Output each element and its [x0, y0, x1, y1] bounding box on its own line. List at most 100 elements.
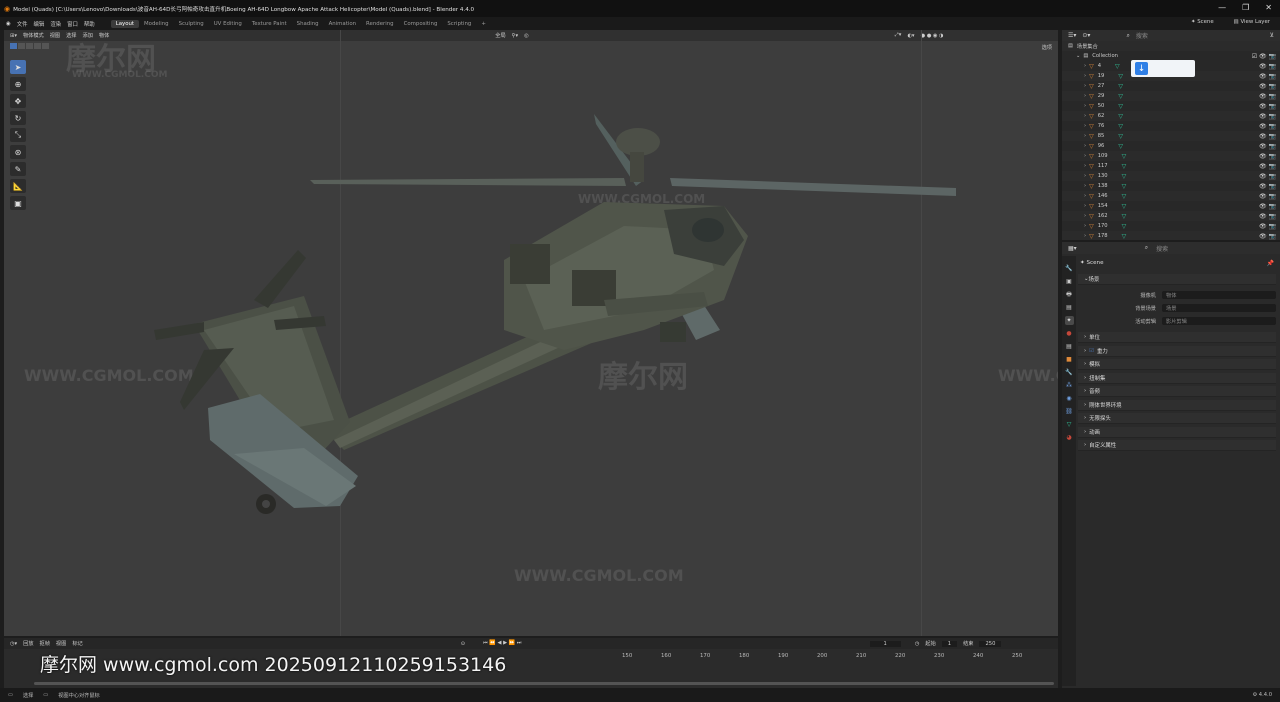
visibility-icon[interactable]: ☑ 👁 📷	[1252, 53, 1276, 60]
visibility-icon[interactable]: 👁 📷	[1259, 193, 1276, 200]
properties-section[interactable]: › 音频	[1078, 386, 1276, 397]
timeline-scrollbar[interactable]	[34, 682, 1054, 685]
blender-menu-icon[interactable]: ◉	[6, 21, 11, 27]
visibility-icon[interactable]: 👁 📷	[1259, 233, 1276, 240]
tab-texture-paint[interactable]: Texture Paint	[247, 20, 292, 28]
view-layer-selector[interactable]: ▤ View Layer	[1234, 19, 1270, 25]
end-frame-field[interactable]: 250	[979, 640, 1002, 647]
active-clip-field[interactable]: 活动剪辑 影片剪辑	[1082, 316, 1276, 326]
visibility-icon[interactable]: 👁 📷	[1259, 73, 1276, 80]
outliner-item[interactable]: › ▽ 96 ▽ 👁 📷	[1062, 141, 1280, 151]
expand-icon[interactable]: ›	[1084, 63, 1086, 69]
outliner-item[interactable]: › ▽ 138 ▽ 👁 📷	[1062, 181, 1280, 191]
outliner-funnel-icon[interactable]: ⊻	[1270, 32, 1274, 39]
outliner-item[interactable]: › ▽ 154 ▽ 👁 📷	[1062, 201, 1280, 211]
outliner-item[interactable]: › ▽ 162 ▽ 👁 📷	[1062, 211, 1280, 221]
world-tab-icon[interactable]: ●	[1065, 329, 1074, 338]
tab-scripting[interactable]: Scripting	[442, 20, 476, 28]
visibility-icon[interactable]: 👁 📷	[1259, 213, 1276, 220]
outliner-scene-collection[interactable]: ▤ 场景集合	[1062, 41, 1280, 51]
outliner-item[interactable]: › ▽ 178 ▽ 👁 📷	[1062, 231, 1280, 240]
scene-tab-icon[interactable]: ✦	[1064, 316, 1074, 325]
visibility-icon[interactable]: 👁 📷	[1259, 123, 1276, 130]
properties-section[interactable]: › 无限探头	[1078, 413, 1276, 424]
menu-render[interactable]: 渲染	[50, 20, 61, 28]
properties-section[interactable]: › 模拟	[1078, 359, 1276, 370]
expand-icon[interactable]: ›	[1084, 143, 1086, 149]
visibility-icon[interactable]: 👁 📷	[1259, 163, 1276, 170]
camera-field-value[interactable]: 物体	[1162, 291, 1276, 299]
expand-icon[interactable]: ›	[1084, 153, 1086, 159]
menu-help[interactable]: 帮助	[84, 20, 95, 28]
outliner-item[interactable]: › ▽ 130 ▽ 👁 📷	[1062, 171, 1280, 181]
tab-layout[interactable]: Layout	[110, 19, 140, 28]
properties-section[interactable]: › 刚体世界环境	[1078, 399, 1276, 411]
visibility-icon[interactable]: 👁 📷	[1259, 103, 1276, 110]
collection-tab-icon[interactable]: ▤	[1065, 342, 1074, 351]
outliner-item[interactable]: › ▽ 109 ▽ 👁 📷	[1062, 151, 1280, 161]
properties-panel[interactable]: ▦▾ ⌕ 搜索 🔧 ▣ 🖶 ▤ ✦ ● ▤ ■ 🔧 ⁂ ◉ ⛓ ▽ ◕ ✦ Sc…	[1062, 242, 1280, 690]
expand-icon[interactable]: ⌄	[1076, 53, 1080, 59]
expand-icon[interactable]: ›	[1084, 93, 1086, 99]
menu-keying[interactable]: 抠帧	[40, 640, 50, 647]
expand-icon[interactable]: ›	[1084, 163, 1086, 169]
minimize-button[interactable]: —	[1218, 3, 1226, 12]
expand-icon[interactable]: ›	[1084, 133, 1086, 139]
constraint-tab-icon[interactable]: ⛓	[1065, 407, 1074, 416]
transform-icon[interactable]: ⊛	[10, 145, 26, 159]
rotate-icon[interactable]: ↻	[10, 111, 26, 125]
object-tab-icon[interactable]: ■	[1065, 355, 1074, 364]
record-icon[interactable]: ⊙	[461, 641, 465, 647]
properties-editor-icon[interactable]: ▦▾	[1068, 245, 1077, 252]
active-clip-value[interactable]: 影片剪辑	[1162, 317, 1276, 325]
timeline-editor-icon[interactable]: ◷▾	[10, 641, 17, 647]
visibility-icon[interactable]: 👁 📷	[1259, 153, 1276, 160]
visibility-icon[interactable]: 👁 📷	[1259, 223, 1276, 230]
checkbox-icon[interactable]: ☑	[1089, 348, 1094, 354]
expand-icon[interactable]: ›	[1084, 123, 1086, 129]
outliner-item[interactable]: › ▽ 27 ▽ 👁 📷	[1062, 81, 1280, 91]
annotate-icon[interactable]: ✎	[10, 162, 26, 176]
tab-compositing[interactable]: Compositing	[399, 20, 443, 28]
properties-section[interactable]: › 扭制集	[1078, 372, 1276, 384]
expand-icon[interactable]: ›	[1084, 213, 1086, 219]
outliner-item[interactable]: › ▽ 29 ▽ 👁 📷	[1062, 91, 1280, 101]
view-layer-tab-icon[interactable]: ▤	[1065, 303, 1074, 312]
start-frame-field[interactable]: 1	[941, 640, 958, 647]
background-scene-value[interactable]: 场景	[1162, 304, 1276, 312]
outliner-item[interactable]: › ▽ 117 ▽ 👁 📷	[1062, 161, 1280, 171]
menu-file[interactable]: 文件	[17, 20, 28, 28]
outliner-item[interactable]: › ▽ 85 ▽ 👁 📷	[1062, 131, 1280, 141]
maximize-button[interactable]: ❐	[1242, 3, 1249, 12]
render-tab-icon[interactable]: ▣	[1065, 277, 1074, 286]
menu-window[interactable]: 窗口	[67, 20, 78, 28]
visibility-icon[interactable]: 👁 📷	[1259, 203, 1276, 210]
scene-section[interactable]: ⌄ 场景	[1078, 274, 1276, 285]
move-icon[interactable]: ✥	[10, 94, 26, 108]
properties-section[interactable]: › 单位	[1078, 332, 1276, 343]
outliner-item[interactable]: › ▽ 50 ▽ 👁 📷	[1062, 101, 1280, 111]
playback-controls[interactable]: ⏮ ⏪ ◀ ▶ ⏩ ⏭	[483, 640, 521, 647]
visibility-icon[interactable]: 👁 📷	[1259, 93, 1276, 100]
close-button[interactable]: ✕	[1265, 3, 1272, 12]
visibility-icon[interactable]: 👁 📷	[1259, 183, 1276, 190]
measure-icon[interactable]: 📐	[10, 179, 26, 193]
add-cube-icon[interactable]: ▣	[10, 196, 26, 210]
visibility-icon[interactable]: 👁 📷	[1259, 113, 1276, 120]
expand-icon[interactable]: ›	[1084, 203, 1086, 209]
expand-icon[interactable]: ›	[1084, 73, 1086, 79]
material-tab-icon[interactable]: ◕	[1065, 433, 1074, 442]
menu-marker[interactable]: 标记	[72, 640, 82, 647]
expand-icon[interactable]: ›	[1084, 193, 1086, 199]
particles-tab-icon[interactable]: ⁂	[1065, 381, 1074, 390]
scene-selector[interactable]: ✦ Scene	[1191, 19, 1214, 25]
expand-icon[interactable]: ›	[1084, 113, 1086, 119]
3d-viewport[interactable]: ⊞▾ 物体模式 视图 选择 添加 物体 全局 ⚲▾ ◎ ⤢▾ ◐▾ ● ● ◉ …	[4, 30, 1058, 636]
download-notice[interactable]: ↓	[1131, 60, 1195, 77]
helicopter-model[interactable]	[4, 30, 1058, 636]
menu-timeline-view[interactable]: 视图	[56, 640, 66, 647]
visibility-icon[interactable]: 👁 📷	[1259, 83, 1276, 90]
tab-modeling[interactable]: Modeling	[139, 20, 174, 28]
tab-sculpting[interactable]: Sculpting	[174, 20, 209, 28]
tab-shading[interactable]: Shading	[292, 20, 324, 28]
